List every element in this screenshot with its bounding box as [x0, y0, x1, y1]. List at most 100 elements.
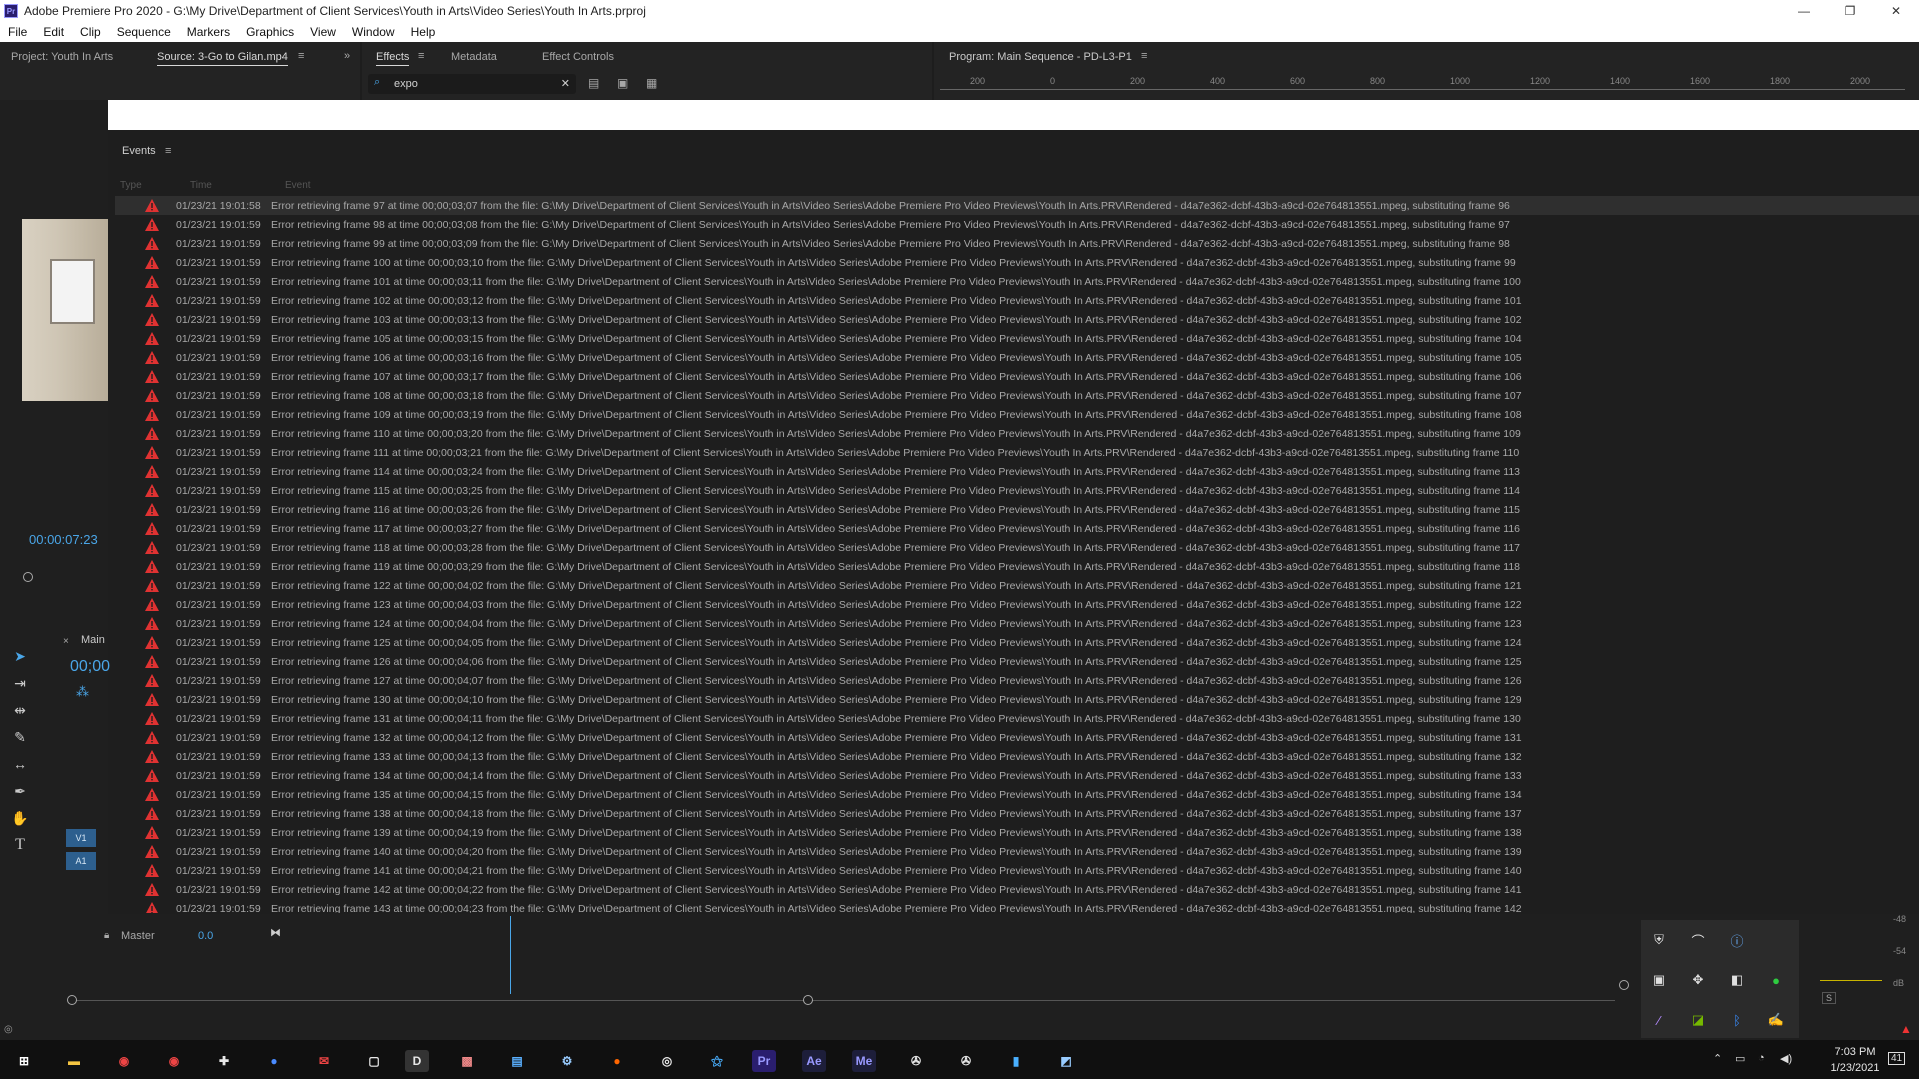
tray-nvidia-icon[interactable]: ◪	[1688, 1010, 1708, 1030]
table-row[interactable]: 01/23/21 19:01:59 Error retrieving frame …	[115, 557, 1919, 576]
source-timecode[interactable]: 00:00:07:23	[29, 532, 98, 547]
table-row[interactable]: 01/23/21 19:01:59 Error retrieving frame …	[115, 785, 1919, 804]
table-row[interactable]: 01/23/21 19:01:59 Error retrieving frame …	[115, 234, 1919, 253]
accelerated-effects-icon[interactable]: ▤	[588, 76, 599, 90]
events-list[interactable]: 01/23/21 19:01:58 Error retrieving frame …	[115, 196, 1919, 913]
tab-project[interactable]: Project: Youth In Arts	[11, 51, 113, 63]
volume-icon[interactable]: ◀)	[1780, 1052, 1792, 1065]
master-volume-value[interactable]: 0.0	[198, 930, 213, 942]
menu-window[interactable]: Window	[352, 25, 395, 39]
solo-button[interactable]: S	[1822, 992, 1837, 1004]
table-row[interactable]: 01/23/21 19:01:59 Error retrieving frame …	[115, 614, 1919, 633]
table-row[interactable]: 01/23/21 19:01:59 Error retrieving frame …	[115, 880, 1919, 899]
menu-markers[interactable]: Markers	[187, 25, 230, 39]
tray-layout-icon[interactable]: ◧	[1727, 970, 1747, 990]
menu-file[interactable]: File	[8, 25, 27, 39]
yuv-effects-icon[interactable]: ▦	[646, 76, 657, 90]
tray-green-icon[interactable]: ●	[1766, 970, 1786, 990]
table-row[interactable]: 01/23/21 19:01:59 Error retrieving frame …	[115, 405, 1919, 424]
effects-search-box[interactable]: ⌕ expo ✕	[368, 74, 576, 94]
table-row[interactable]: 01/23/21 19:01:59 Error retrieving frame …	[115, 462, 1919, 481]
table-row[interactable]: 01/23/21 19:01:59 Error retrieving frame …	[115, 348, 1919, 367]
close-button[interactable]: ✕	[1873, 0, 1919, 22]
table-row[interactable]: 01/23/21 19:01:59 Error retrieving frame …	[115, 823, 1919, 842]
scrollbar-right-handle[interactable]	[803, 995, 813, 1005]
tray-info-icon[interactable]: ⓘ	[1727, 930, 1747, 950]
tab-source[interactable]: Source: 3-Go to Gilan.mp4	[157, 51, 288, 66]
start-button[interactable]: ⊞	[12, 1050, 36, 1072]
taskbar-davinci-2-icon[interactable]: ✇	[954, 1050, 978, 1072]
clear-search-icon[interactable]: ✕	[561, 77, 570, 90]
taskbar-docs-icon[interactable]: ▤	[505, 1050, 529, 1072]
timeline-playhead[interactable]	[510, 916, 511, 994]
battery-icon[interactable]: ▭	[1735, 1052, 1745, 1065]
lock-icon[interactable]: 🔒︎	[104, 930, 109, 941]
table-row[interactable]: 01/23/21 19:01:59 Error retrieving frame …	[115, 424, 1919, 443]
scrollbar-left-handle[interactable]	[67, 995, 77, 1005]
taskbar-premiere-icon[interactable]: Pr	[752, 1050, 776, 1072]
table-row[interactable]: 01/23/21 19:01:59 Error retrieving frame …	[115, 519, 1919, 538]
taskbar-chrome-icon[interactable]: ◉	[112, 1050, 136, 1072]
table-row[interactable]: 01/23/21 19:01:59 Error retrieving frame …	[115, 709, 1919, 728]
menu-view[interactable]: View	[310, 25, 336, 39]
table-row[interactable]: 01/23/21 19:01:59 Error retrieving frame …	[115, 367, 1919, 386]
table-row[interactable]: 01/23/21 19:01:59 Error retrieving frame …	[115, 481, 1919, 500]
track-v1-button[interactable]: V1	[66, 829, 96, 847]
taskbar-gmail-icon[interactable]: ✉	[312, 1050, 336, 1072]
taskbar-chrome-2-icon[interactable]: ◉	[162, 1050, 186, 1072]
table-row[interactable]: 01/23/21 19:01:59 Error retrieving frame …	[115, 253, 1919, 272]
minimize-button[interactable]: —	[1781, 0, 1827, 22]
taskbar-after-effects-icon[interactable]: Ae	[802, 1050, 826, 1072]
32bit-effects-icon[interactable]: ▣	[617, 76, 628, 90]
close-sequence-icon[interactable]: ×	[63, 636, 69, 647]
taskbar-d-icon[interactable]: D	[405, 1050, 429, 1072]
table-row[interactable]: 01/23/21 19:01:59 Error retrieving frame …	[115, 747, 1919, 766]
tab-metadata[interactable]: Metadata	[451, 51, 497, 63]
taskbar-file-explorer-icon[interactable]: ▬	[62, 1050, 86, 1072]
menu-help[interactable]: Help	[411, 25, 436, 39]
restore-button[interactable]: ❐	[1827, 0, 1873, 22]
program-panel-menu-icon[interactable]: ≡	[1141, 50, 1147, 62]
panel-overflow-icon[interactable]: »	[344, 50, 350, 62]
menu-graphics[interactable]: Graphics	[246, 25, 294, 39]
taskbar-phone-icon[interactable]: ▮	[1004, 1050, 1028, 1072]
taskbar-paint-icon[interactable]: ▩	[455, 1050, 479, 1072]
table-row[interactable]: 01/23/21 19:01:58 Error retrieving frame …	[115, 196, 1919, 215]
tray-cloud-icon[interactable]: ⌒	[1688, 930, 1708, 950]
table-row[interactable]: 01/23/21 19:01:59 Error retrieving frame …	[115, 576, 1919, 595]
tray-bluetooth-icon[interactable]: ᛒ	[1727, 1010, 1747, 1030]
table-row[interactable]: 01/23/21 19:01:59 Error retrieving frame …	[115, 500, 1919, 519]
table-row[interactable]: 01/23/21 19:01:59 Error retrieving frame …	[115, 291, 1919, 310]
table-row[interactable]: 01/23/21 19:01:59 Error retrieving frame …	[115, 766, 1919, 785]
taskbar-origin-icon[interactable]: ●	[605, 1050, 629, 1072]
notifications-badge[interactable]: 41	[1888, 1052, 1906, 1065]
taskbar-media-encoder-icon[interactable]: Me	[852, 1050, 876, 1072]
track-a1-button[interactable]: A1	[66, 852, 96, 870]
table-row[interactable]: 01/23/21 19:01:59 Error retrieving frame …	[115, 595, 1919, 614]
vertical-scroll-handle[interactable]	[1619, 980, 1629, 990]
column-header-type[interactable]: Type	[120, 180, 142, 191]
go-to-end-icon[interactable]: ⧓	[270, 926, 281, 939]
tray-image-icon[interactable]: ▣	[1649, 970, 1669, 990]
pen-tool-icon[interactable]: ✒	[8, 779, 32, 803]
slip-tool-icon[interactable]: ↔	[8, 752, 32, 776]
table-row[interactable]: 01/23/21 19:01:59 Error retrieving frame …	[115, 652, 1919, 671]
menu-edit[interactable]: Edit	[43, 25, 64, 39]
effects-search-input[interactable]: expo	[394, 78, 418, 90]
tray-feather-icon[interactable]: ∕	[1649, 1010, 1669, 1030]
warning-icon[interactable]: ▲	[1900, 1022, 1912, 1036]
column-header-time[interactable]: Time	[190, 180, 212, 191]
timeline-scrollbar[interactable]	[70, 1000, 1615, 1001]
tray-pen-icon[interactable]: ✍	[1766, 1010, 1786, 1030]
hand-tool-icon[interactable]: ✋	[8, 806, 32, 830]
table-row[interactable]: 01/23/21 19:01:59 Error retrieving frame …	[115, 215, 1919, 234]
tab-effect-controls[interactable]: Effect Controls	[542, 51, 614, 63]
wifi-icon[interactable]: ◔	[1758, 1052, 1765, 1064]
table-row[interactable]: 01/23/21 19:01:59 Error retrieving frame …	[115, 728, 1919, 747]
type-tool-icon[interactable]: T	[8, 833, 32, 857]
tray-expand-icon[interactable]: ⌃	[1713, 1052, 1722, 1065]
taskbar-clock[interactable]: 7:03 PM 1/23/2021	[1825, 1044, 1885, 1076]
table-row[interactable]: 01/23/21 19:01:59 Error retrieving frame …	[115, 842, 1919, 861]
taskbar-circle-app-icon[interactable]: ◎	[655, 1050, 679, 1072]
effects-panel-menu-icon[interactable]: ≡	[418, 50, 424, 62]
